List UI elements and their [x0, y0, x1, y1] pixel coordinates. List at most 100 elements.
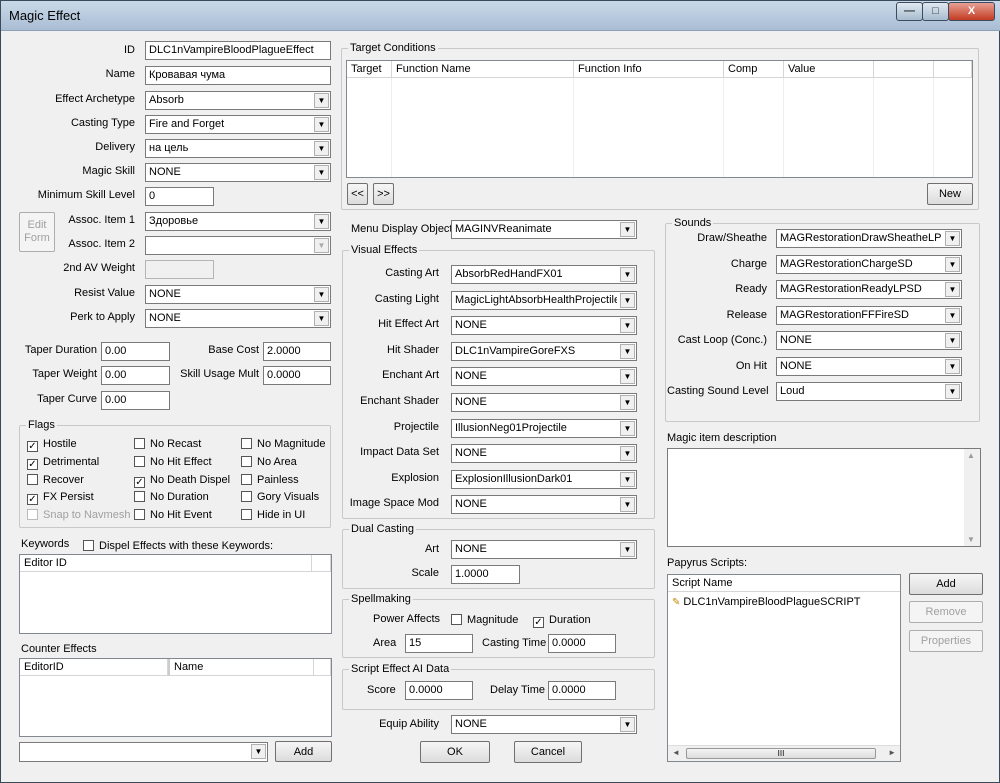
dropdown-arrow-icon: ▼ — [945, 358, 960, 374]
cancel-button[interactable]: Cancel — [514, 741, 582, 763]
hide-in-ui-checkbox[interactable]: Hide in UI — [241, 509, 305, 521]
ok-button[interactable]: OK — [420, 741, 490, 763]
magic-item-description-field[interactable]: ▲ ▼ — [667, 448, 981, 547]
comp-column-header[interactable]: Comp — [724, 61, 784, 78]
hostile-checkbox[interactable]: ✓ Hostile — [27, 438, 77, 452]
horizontal-scrollbar[interactable]: ◄ III ► — [668, 745, 900, 761]
dispel-keywords-checkbox[interactable]: Dispel Effects with these Keywords: — [83, 540, 273, 552]
area-field[interactable]: 15 — [405, 634, 473, 653]
function-info-column-header[interactable]: Function Info — [574, 61, 724, 78]
perk-to-apply-select[interactable]: NONE ▼ — [145, 309, 331, 328]
skill-usage-mult-field[interactable]: 0.0000 — [263, 366, 331, 385]
release-select[interactable]: MAGRestorationFFFireSD ▼ — [776, 305, 962, 325]
no-death-dispel-checkbox[interactable]: ✓ No Death Dispel — [134, 474, 230, 488]
counter-name-header[interactable]: Name — [168, 659, 314, 676]
on-hit-select[interactable]: NONE ▼ — [776, 356, 962, 376]
dual-scale-field[interactable]: 1.0000 — [451, 565, 520, 584]
previous-condition-button[interactable]: << — [347, 183, 368, 205]
image-space-mod-select[interactable]: NONE ▼ — [451, 495, 637, 515]
id-field[interactable]: DLC1nVampireBloodPlagueEffect — [145, 41, 331, 60]
name-label: Name — [105, 68, 135, 80]
explosion-select[interactable]: ExplosionIllusionDark01 ▼ — [451, 469, 637, 489]
keywords-list[interactable]: Editor ID — [19, 554, 332, 634]
delay-time-field[interactable]: 0.0000 — [548, 681, 616, 700]
function-name-column-header[interactable]: Function Name — [392, 61, 574, 78]
cast-loop-conc-select[interactable]: NONE ▼ — [776, 331, 962, 350]
script-list-item[interactable]: ✎ DLC1nVampireBloodPlagueSCRIPT — [672, 596, 861, 608]
target-column-header[interactable]: Target — [347, 61, 392, 78]
hit-effect-art-select[interactable]: NONE ▼ — [451, 316, 637, 336]
maximize-button[interactable]: □ — [922, 2, 949, 21]
charge-select[interactable]: MAGRestorationChargeSD ▼ — [776, 254, 962, 274]
remove-script-button[interactable]: Remove — [909, 601, 983, 623]
casting-art-select[interactable]: AbsorbRedHandFX01 ▼ — [451, 265, 637, 284]
no-recast-checkbox[interactable]: No Recast — [134, 438, 201, 450]
minimize-button[interactable]: — — [896, 2, 923, 21]
ready-select[interactable]: MAGRestorationReadyLPSD ▼ — [776, 280, 962, 299]
dropdown-arrow-icon: ▼ — [251, 744, 266, 759]
painless-checkbox[interactable]: Painless — [241, 474, 299, 486]
value-column-header[interactable]: Value — [784, 61, 874, 78]
delivery-select[interactable]: на цель ▼ — [145, 139, 331, 158]
name-field[interactable]: Кровавая чума — [145, 66, 331, 85]
counter-add-button[interactable]: Add — [275, 741, 332, 762]
dual-art-select[interactable]: NONE ▼ — [451, 540, 637, 559]
detrimental-checkbox[interactable]: ✓ Detrimental — [27, 456, 99, 470]
no-area-checkbox[interactable]: No Area — [241, 456, 297, 468]
window-title: Magic Effect — [9, 8, 81, 23]
extra-column-header — [874, 61, 934, 78]
snap-to-navmesh-checkbox[interactable]: Snap to Navmesh — [27, 509, 131, 521]
effect-archetype-select[interactable]: Absorb ▼ — [145, 91, 331, 110]
counter-effect-select[interactable]: ▼ — [19, 742, 268, 762]
fx-persist-checkbox[interactable]: ✓ FX Persist — [27, 491, 94, 505]
assoc-item-2-select[interactable]: ▼ — [145, 236, 331, 255]
close-button[interactable]: X — [948, 2, 995, 21]
hit-shader-select[interactable]: DLC1nVampireGoreFXS ▼ — [451, 341, 637, 361]
counter-effects-list[interactable]: EditorID Name — [19, 658, 332, 737]
no-hit-event-checkbox[interactable]: No Hit Event — [134, 509, 212, 521]
no-hit-effect-checkbox[interactable]: No Hit Effect — [134, 456, 212, 468]
equip-ability-select[interactable]: NONE ▼ — [451, 715, 637, 734]
casting-type-select[interactable]: Fire and Forget ▼ — [145, 115, 331, 134]
magnitude-checkbox[interactable]: Magnitude — [451, 614, 518, 626]
magic-skill-select[interactable]: NONE ▼ — [145, 163, 331, 182]
resist-value-select[interactable]: NONE ▼ — [145, 285, 331, 304]
scroll-thumb[interactable]: III — [686, 748, 876, 759]
editor-id-column-header[interactable]: Editor ID — [20, 555, 312, 572]
edit-form-button[interactable]: Edit Form — [19, 212, 55, 252]
add-script-button[interactable]: Add — [909, 573, 983, 595]
skill-usage-mult-label: Skill Usage Mult — [180, 368, 259, 380]
menu-display-object-select[interactable]: MAGINVReanimate ▼ — [451, 220, 637, 239]
script-name-column-header[interactable]: Script Name — [668, 575, 900, 592]
recover-checkbox[interactable]: Recover — [27, 474, 84, 486]
taper-weight-field[interactable]: 0.00 — [101, 366, 170, 385]
base-cost-field[interactable]: 2.0000 — [263, 342, 331, 361]
minimum-skill-level-field[interactable]: 0 — [145, 187, 214, 206]
enchant-art-select[interactable]: NONE ▼ — [451, 367, 637, 387]
enchant-shader-select[interactable]: NONE ▼ — [451, 393, 637, 412]
next-condition-button[interactable]: >> — [373, 183, 394, 205]
properties-button[interactable]: Properties — [909, 630, 983, 652]
projectile-select[interactable]: IllusionNeg01Projectile ▼ — [451, 418, 637, 438]
no-duration-checkbox[interactable]: No Duration — [134, 491, 209, 503]
taper-curve-field[interactable]: 0.00 — [101, 391, 170, 410]
counter-editorid-header[interactable]: EditorID — [20, 659, 168, 676]
papyrus-scripts-list[interactable]: Script Name ✎ DLC1nVampireBloodPlagueSCRI… — [667, 574, 901, 762]
enchant-shader-label: Enchant Shader — [360, 395, 439, 407]
impact-data-set-select[interactable]: NONE ▼ — [451, 444, 637, 464]
taper-duration-field[interactable]: 0.00 — [101, 342, 170, 361]
dropdown-arrow-icon: ▼ — [620, 471, 635, 487]
new-condition-button[interactable]: New — [927, 183, 973, 205]
score-field[interactable]: 0.0000 — [405, 681, 473, 700]
second-av-weight-field[interactable] — [145, 260, 214, 279]
gory-visuals-checkbox[interactable]: Gory Visuals — [241, 491, 319, 503]
casting-sound-level-select[interactable]: Loud ▼ — [776, 382, 962, 401]
assoc-item-1-select[interactable]: Здоровье ▼ — [145, 212, 331, 231]
duration-checkbox[interactable]: ✓ Duration — [533, 614, 591, 628]
description-scrollbar[interactable]: ▲ ▼ — [964, 449, 980, 546]
casting-light-select[interactable]: MagicLightAbsorbHealthProjectile ▼ — [451, 290, 637, 310]
draw-sheathe-select[interactable]: MAGRestorationDrawSheatheLPMSD▼ — [776, 229, 962, 248]
target-conditions-list[interactable]: Target Function Name Function Info Comp … — [346, 60, 973, 178]
casting-time-field[interactable]: 0.0000 — [548, 634, 616, 653]
no-magnitude-checkbox[interactable]: No Magnitude — [241, 438, 326, 450]
